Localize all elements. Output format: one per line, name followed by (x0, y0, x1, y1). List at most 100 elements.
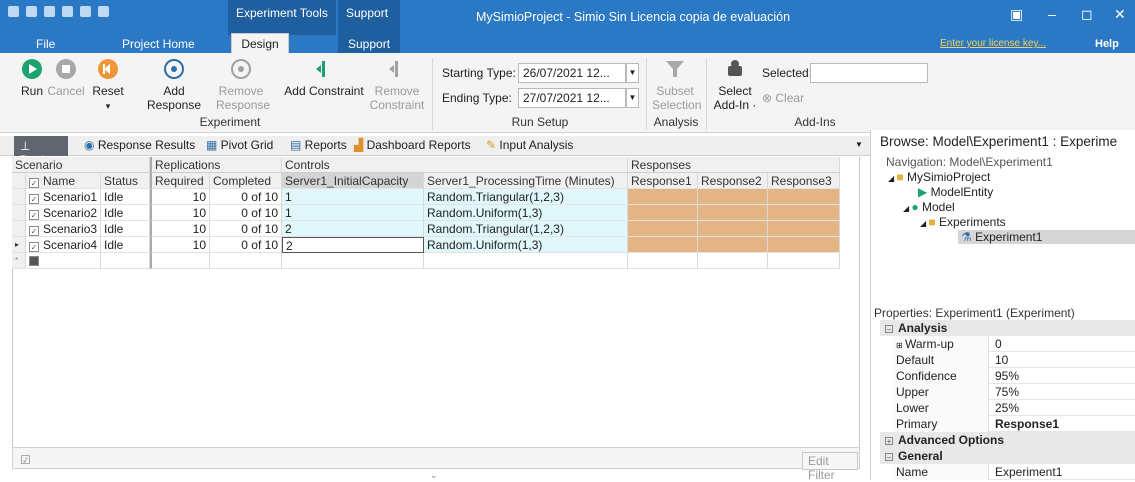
menu-support[interactable]: Support (348, 37, 390, 51)
property-value[interactable]: 0 (992, 336, 1005, 352)
row-selector[interactable] (12, 205, 26, 221)
new-row-cell[interactable] (210, 253, 282, 269)
starting-type-dropdown[interactable]: ▼ (626, 63, 639, 83)
collapse-arrow-icon[interactable]: ⌄ (430, 470, 438, 481)
selected-addin-field[interactable] (810, 63, 928, 83)
undo-icon[interactable] (26, 6, 37, 17)
tree-item-project[interactable]: ◢ ■ MySimioProject (888, 170, 990, 184)
new-row-indicator[interactable]: * (12, 253, 26, 269)
tab-input-analysis[interactable]: ✎ Input Analysis (486, 138, 573, 152)
select-all-checkbox[interactable]: ✓ (29, 178, 39, 188)
new-row-cell[interactable] (628, 253, 698, 269)
scenario-checkbox[interactable]: ✓ (29, 242, 39, 252)
property-row[interactable]: Primary Respo...Response1 (893, 416, 1135, 445)
processing-time-cell[interactable]: Random.Triangular(1,2,3) (424, 189, 628, 205)
tab-reports[interactable]: ▤ Reports (290, 138, 347, 152)
processing-time-cell[interactable]: Random.Uniform(1,3) (424, 237, 628, 253)
ending-type-combo[interactable]: 27/07/2021 12... (518, 88, 626, 108)
initial-capacity-cell-active[interactable]: 2 (282, 237, 424, 253)
remove-response-button[interactable]: Remove Response (216, 58, 270, 112)
current-row-indicator[interactable]: ▸ (12, 237, 26, 253)
property-row[interactable]: Lower Percentile25% (893, 400, 1135, 429)
clear-button[interactable]: ⊗ Clear (762, 91, 804, 105)
column-header-completed[interactable]: Completed (210, 173, 282, 189)
property-value[interactable]: Response1 (992, 416, 1062, 432)
menu-design[interactable]: Design (231, 33, 289, 55)
run-button[interactable]: Run (14, 58, 50, 98)
filter-checkbox[interactable]: ☑ (20, 453, 31, 467)
processing-time-cell[interactable]: Random.Uniform(1,3) (424, 205, 628, 221)
property-value[interactable]: 10 (992, 352, 1011, 368)
edit-filter-button[interactable]: Edit Filter (802, 452, 858, 482)
column-header-response1[interactable]: Response1 (628, 173, 698, 189)
processing-time-cell[interactable]: Random.Triangular(1,2,3) (424, 221, 628, 237)
ending-type-dropdown[interactable]: ▼ (626, 88, 639, 108)
column-header-response3[interactable]: Response3 (768, 173, 840, 189)
subset-selection-button[interactable]: Subset Selection (652, 58, 701, 112)
column-header-required[interactable]: Required (150, 173, 210, 189)
property-value[interactable]: Experiment1 (992, 464, 1065, 480)
tree-item-model[interactable]: ◢ ● Model (903, 200, 955, 214)
redo-icon[interactable] (44, 6, 55, 17)
tab-design[interactable]: ⊥ Design (14, 136, 68, 167)
initial-capacity-cell[interactable]: 1 (282, 205, 424, 221)
property-row[interactable]: Name Experiment1 (893, 464, 1135, 480)
new-row-checkbox[interactable] (29, 256, 39, 266)
cancel-button[interactable]: Cancel (46, 58, 86, 98)
save-icon[interactable] (62, 6, 73, 17)
close-button[interactable]: ✕ (1114, 6, 1126, 23)
row-selector[interactable] (12, 189, 26, 205)
new-row-cell[interactable] (101, 253, 150, 269)
required-cell[interactable]: 10 (150, 205, 210, 221)
scenario-name-cell[interactable]: ✓ Scenario3 (26, 221, 101, 237)
new-row-name-cell[interactable] (26, 253, 101, 269)
category-general[interactable]: – General (880, 448, 1135, 464)
column-header-status[interactable]: Status (101, 173, 150, 189)
stop-icon[interactable] (98, 6, 109, 17)
property-row[interactable]: Default Replica...10 (893, 352, 1135, 381)
property-row[interactable]: ⊞ Warm-up Per...0 (893, 336, 1135, 365)
tab-response-results[interactable]: ◉ Response Results (84, 138, 195, 152)
row-selector[interactable] (12, 221, 26, 237)
column-header-processing-time[interactable]: Server1_ProcessingTime (Minutes) (424, 173, 628, 189)
property-row[interactable]: Upper Percentile75% (893, 384, 1135, 413)
remove-constraint-button[interactable]: Remove Constraint (368, 58, 426, 112)
new-row-cell[interactable] (150, 253, 210, 269)
initial-capacity-cell[interactable]: 1 (282, 189, 424, 205)
category-analysis[interactable]: – Analysis (880, 320, 1135, 336)
reset-button[interactable]: Reset ▾ (88, 58, 128, 113)
run-icon[interactable] (80, 6, 91, 17)
required-cell[interactable]: 10 (150, 221, 210, 237)
starting-type-combo[interactable]: 26/07/2021 12... (518, 63, 626, 83)
scenario-checkbox[interactable]: ✓ (29, 194, 39, 204)
new-row-cell[interactable] (282, 253, 424, 269)
menu-project-home[interactable]: Project Home (122, 37, 195, 51)
column-header-initial-capacity[interactable]: Server1_InitialCapacity (282, 173, 424, 189)
column-header-name[interactable]: ✓ Name (26, 173, 101, 189)
required-cell[interactable]: 10 (150, 189, 210, 205)
initial-capacity-cell[interactable]: 2 (282, 221, 424, 237)
ribbon-display-icon[interactable]: ▣ (1010, 6, 1023, 23)
category-advanced-options[interactable]: + Advanced Options (880, 432, 1135, 448)
property-value[interactable]: 25% (992, 400, 1022, 416)
tab-dashboard-reports[interactable]: ▟ Dashboard Reports (354, 138, 471, 152)
add-constraint-button[interactable]: Add Constraint (282, 58, 366, 98)
scenario-name-cell[interactable]: ✓ Scenario1 (26, 189, 101, 205)
new-row-cell[interactable] (698, 253, 768, 269)
new-row-cell[interactable] (768, 253, 840, 269)
tree-item-modelentity[interactable]: ▶ ModelEntity (918, 185, 993, 199)
license-link[interactable]: Enter your license key... (940, 38, 1046, 49)
add-response-button[interactable]: Add Response (136, 58, 212, 112)
tree-item-experiments[interactable]: ◢ ■ Experiments (920, 215, 1006, 229)
scenario-checkbox[interactable]: ✓ (29, 210, 39, 220)
scenario-checkbox[interactable]: ✓ (29, 226, 39, 236)
property-value[interactable]: 95% (992, 368, 1022, 384)
new-row-cell[interactable] (424, 253, 628, 269)
scenario-name-cell[interactable]: ✓ Scenario4 (26, 237, 101, 253)
tree-item-experiment1[interactable]: ⚗ Experiment1 (958, 230, 1135, 244)
property-value[interactable]: 75% (992, 384, 1022, 400)
property-row[interactable]: Confidence Level95% (893, 368, 1135, 397)
maximize-button[interactable]: ◻ (1081, 6, 1093, 23)
column-header-response2[interactable]: Response2 (698, 173, 768, 189)
scenario-name-cell[interactable]: ✓ Scenario2 (26, 205, 101, 221)
